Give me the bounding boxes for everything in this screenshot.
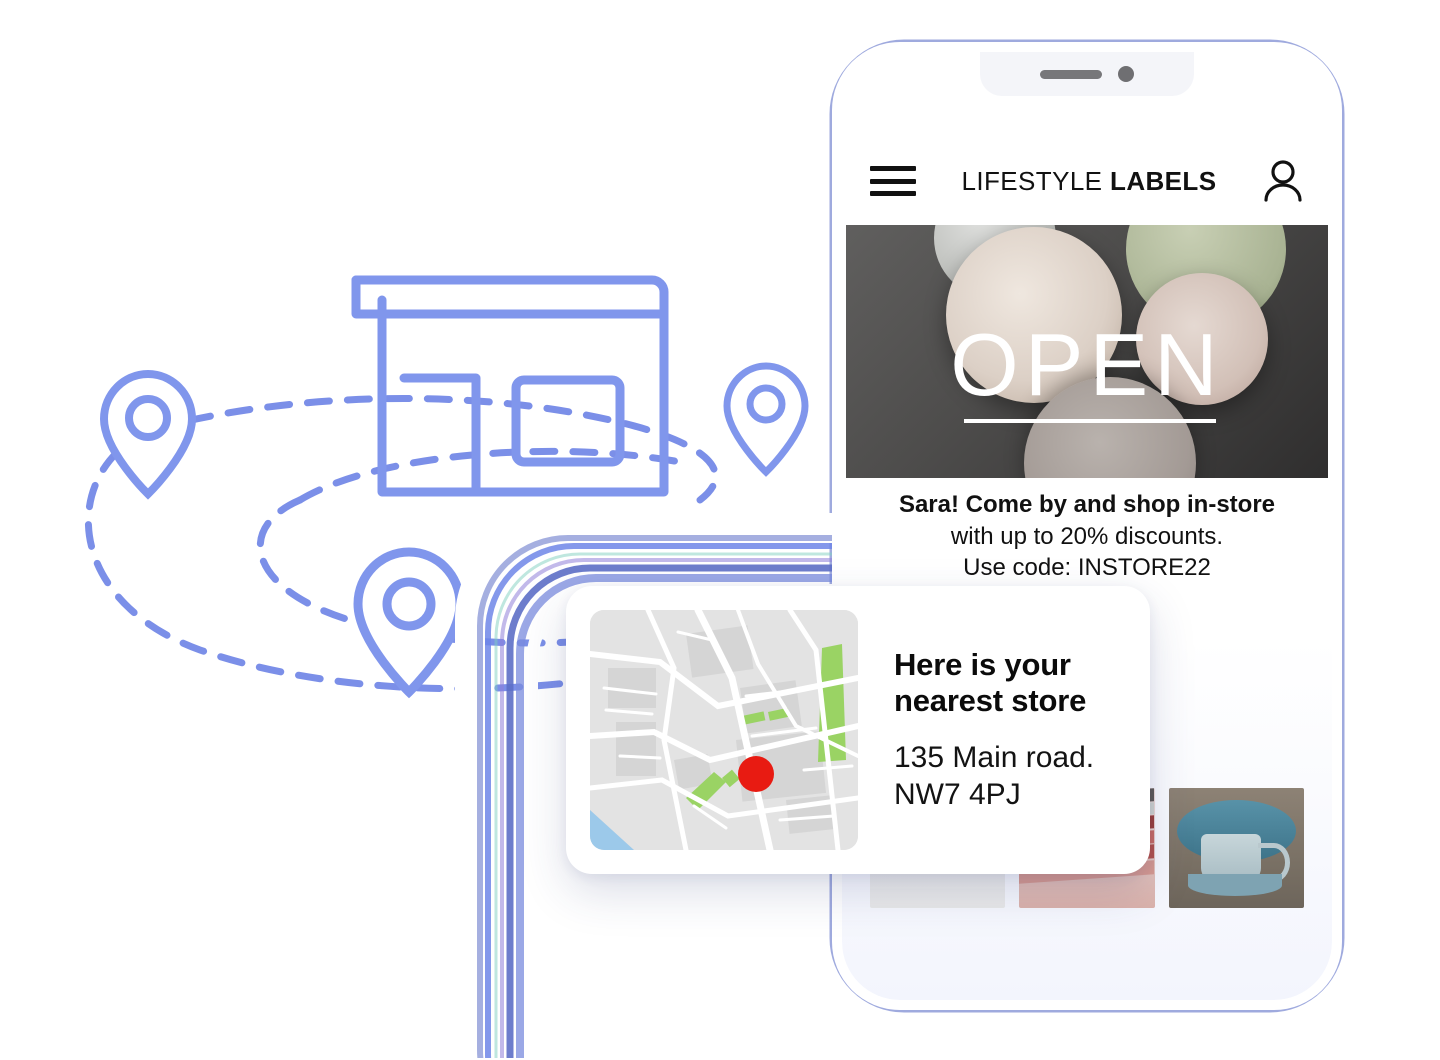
- map-marker: [738, 756, 774, 792]
- app-header: LIFESTYLE LABELS: [842, 144, 1332, 218]
- brand-light: LIFESTYLE: [961, 165, 1103, 196]
- store-card-address: 135 Main road. NW7 4PJ: [894, 739, 1126, 813]
- nearest-store-card[interactable]: Here is your nearest store 135 Main road…: [566, 586, 1150, 874]
- promo-line-3: Use code: INSTORE22: [963, 554, 1211, 582]
- scene-root: LIFESTYLE LABELS OPEN Sara! Come by and …: [0, 0, 1440, 1060]
- hero-open-label: OPEN: [950, 315, 1224, 414]
- promo-message: Sara! Come by and shop in-store with up …: [842, 489, 1332, 584]
- store-address-line-1: 135 Main road.: [894, 740, 1095, 774]
- brand-title: LIFESTYLE LABELS: [962, 166, 1217, 197]
- store-card-title: Here is your nearest store: [894, 646, 1087, 718]
- store-location-map[interactable]: [590, 610, 858, 850]
- hero-underline: [964, 419, 1216, 423]
- front-camera-icon: [1118, 66, 1134, 82]
- storefront-outline-icon: [351, 275, 669, 497]
- promo-line-2: with up to 20% discounts.: [950, 522, 1224, 550]
- store-card-text: Here is your nearest store 135 Main road…: [894, 647, 1126, 813]
- phone-notch: [980, 52, 1194, 96]
- hero-banner[interactable]: OPEN: [846, 225, 1328, 478]
- phone-mockup: LIFESTYLE LABELS OPEN Sara! Come by and …: [455, 8, 1390, 1058]
- promo-line-1: Sara! Come by and shop in-store: [898, 491, 1276, 518]
- product-cup-set[interactable]: [1168, 788, 1304, 908]
- map-graphic: [590, 610, 858, 850]
- speaker-grille: [1040, 69, 1102, 79]
- account-person-icon[interactable]: [1262, 159, 1304, 203]
- hamburger-menu-icon[interactable]: [870, 166, 916, 196]
- map-pin-left: [99, 369, 197, 500]
- dashed-orbit-mid: [146, 394, 719, 504]
- brand-bold: LABELS: [1110, 165, 1217, 196]
- store-address-line-2: NW7 4PJ: [894, 777, 1021, 811]
